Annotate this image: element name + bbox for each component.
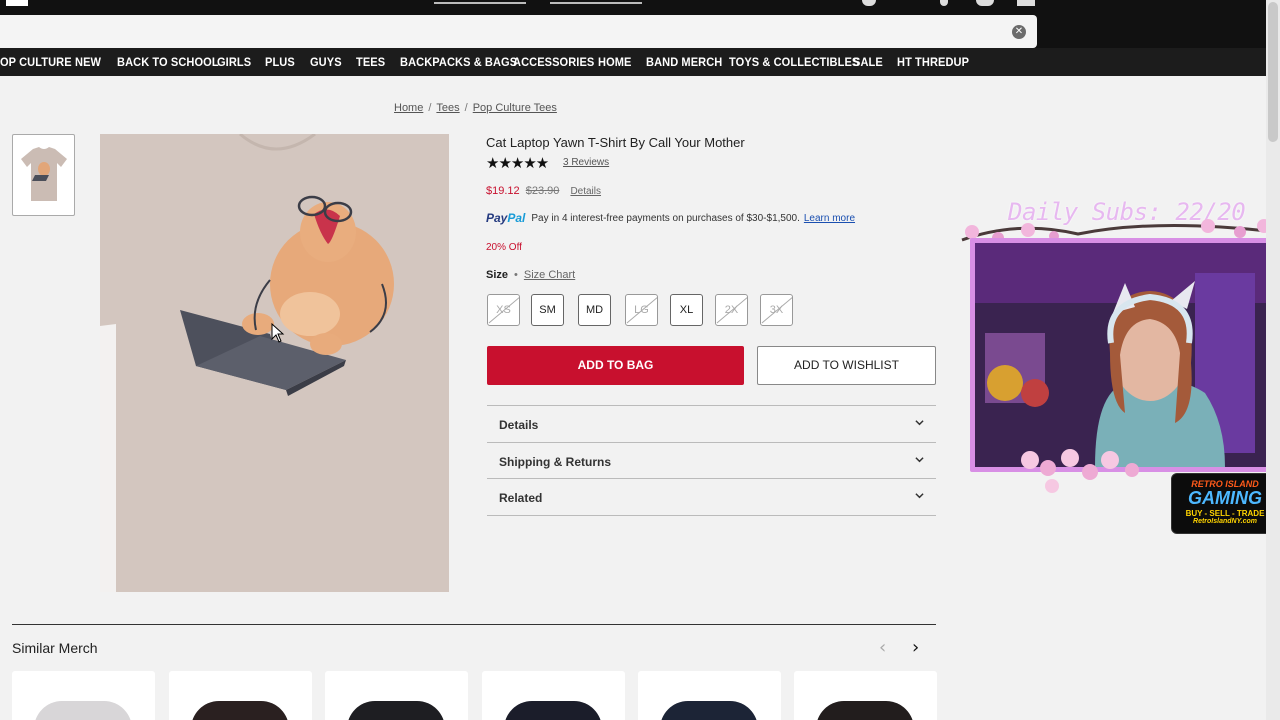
nav-item-backpacks[interactable]: BACKPACKS & BAGS [400,55,517,69]
paypal-logo-pal: Pal [507,211,526,225]
size-option-xs[interactable]: XS [487,294,520,326]
accordion-label: Shipping & Returns [499,455,611,469]
menu-icon[interactable] [1017,0,1035,6]
tshirt-image [504,701,602,720]
accordion-shipping-returns[interactable]: Shipping & Returns [487,442,936,479]
tshirt-thumbnail-image [21,147,67,201]
sponsor-logo: RETRO ISLAND GAMING BUY - SELL - TRADE R… [1171,473,1279,534]
size-option-2x[interactable]: 2X [715,294,748,326]
bag-icon[interactable] [976,0,994,6]
similar-product-card[interactable] [482,671,625,720]
accordion-label: Details [499,418,539,432]
mouse-cursor-icon [271,323,285,343]
nav-item-tees[interactable]: TEES [356,55,385,69]
breadcrumb-separator: / [428,102,432,114]
sponsor-line: GAMING [1188,488,1262,508]
webcam-overlay [970,238,1272,472]
size-option-lg[interactable]: LG [625,294,658,326]
add-to-bag-button[interactable]: ADD TO BAG [487,346,744,385]
nav-item-sale[interactable]: SALE [853,55,883,69]
add-to-wishlist-button[interactable]: ADD TO WISHLIST [757,346,936,385]
sponsor-line: RetroIslandNY.com [1193,518,1257,525]
paypal-text: Pay in 4 interest-free payments on purch… [531,212,800,224]
product-thumbnail[interactable] [12,134,75,216]
account-icon[interactable] [862,0,876,6]
size-chart-link[interactable]: Size Chart [524,269,575,281]
flower-decoration-icon [1021,449,1139,493]
scrollbar-thumb[interactable] [1268,2,1278,142]
sale-price: $19.12 [486,185,520,197]
price-details-link[interactable]: Details [570,186,601,197]
size-option-3x[interactable]: 3X [760,294,793,326]
tshirt-image [660,701,758,720]
similar-product-card[interactable] [794,671,937,720]
paypal-learn-more-link[interactable]: Learn more [804,213,855,224]
similar-product-card[interactable] [169,671,312,720]
discount-badge: 20% Off [486,242,522,253]
nav-item-plus[interactable]: PLUS [265,55,295,69]
product-main-image[interactable] [100,134,449,592]
similar-merch-title: Similar Merch [12,640,98,656]
accordion-details[interactable]: Details [487,405,936,442]
chevron-down-icon [915,493,924,499]
top-bar [0,0,1280,15]
tshirt-image [34,701,132,720]
breadcrumb-pop-culture-tees[interactable]: Pop Culture Tees [473,102,557,114]
category-nav: OP CULTURE NEW BACK TO SCHOOL GIRLS PLUS… [0,48,1280,76]
nav-item-guys[interactable]: GUYS [310,55,342,69]
nav-item-pop-culture[interactable]: OP CULTURE [0,55,72,69]
search-row: ✕ [0,15,1280,48]
size-label: Size [486,269,509,281]
size-option-md[interactable]: MD [578,294,611,326]
nav-item-home[interactable]: HOME [598,55,631,69]
nav-item-thredup[interactable]: HT THREDUP [897,55,969,69]
similar-product-card[interactable] [325,671,468,720]
chevron-down-icon [915,420,924,426]
size-header: Size • Size Chart [486,269,575,281]
original-price: $23.90 [525,185,560,197]
close-icon[interactable]: ✕ [1012,25,1026,39]
accordion-divider [487,515,936,516]
similar-product-card[interactable] [12,671,155,720]
breadcrumb-separator: / [464,102,468,114]
nav-item-back-to-school[interactable]: BACK TO SCHOOL [117,55,219,69]
carousel-next-icon[interactable]: › [912,639,919,657]
sponsor-line: BUY - SELL - TRADE [1185,509,1265,518]
tshirt-image [191,701,289,720]
nav-item-band-merch[interactable]: BAND MERCH [646,55,722,69]
accordion-label: Related [499,491,543,505]
similar-product-card[interactable] [638,671,781,720]
tshirt-image [816,701,914,720]
tshirt-image [347,701,445,720]
breadcrumb-home[interactable]: Home [394,102,423,114]
webcam-image [975,243,1267,467]
size-option-sm[interactable]: SM [531,294,564,326]
nav-item-girls[interactable]: GIRLS [217,55,251,69]
section-divider [12,624,936,625]
price-block: $19.12 $23.90 Details [486,185,601,197]
top-link[interactable] [550,2,642,4]
tshirt-image [100,134,449,592]
accordion-related[interactable]: Related [487,478,936,515]
top-link[interactable] [434,2,526,4]
breadcrumb: Home / Tees / Pop Culture Tees [394,102,557,114]
location-icon[interactable] [940,0,948,6]
paypal-logo: PayPal [486,211,525,225]
chevron-down-icon [915,457,924,463]
search-input[interactable] [0,15,1037,48]
page-scrollbar[interactable] [1266,0,1280,720]
star-rating-icon: ★★★★★ [486,154,549,172]
nav-item-new[interactable]: NEW [75,55,101,69]
paypal-message: PayPal Pay in 4 interest-free payments o… [486,211,855,225]
breadcrumb-tees[interactable]: Tees [436,102,459,114]
nav-item-toys[interactable]: TOYS & COLLECTIBLES [729,55,859,69]
paypal-logo-pay: Pay [486,211,508,225]
site-logo[interactable] [6,0,28,6]
reviews-link[interactable]: 3 Reviews [563,157,609,168]
carousel-prev-icon[interactable]: ‹ [879,639,886,657]
size-option-xl[interactable]: XL [670,294,703,326]
size-separator: • [514,269,518,281]
product-title: Cat Laptop Yawn T-Shirt By Call Your Mot… [486,135,745,150]
nav-item-accessories[interactable]: ACCESSORIES [513,55,594,69]
